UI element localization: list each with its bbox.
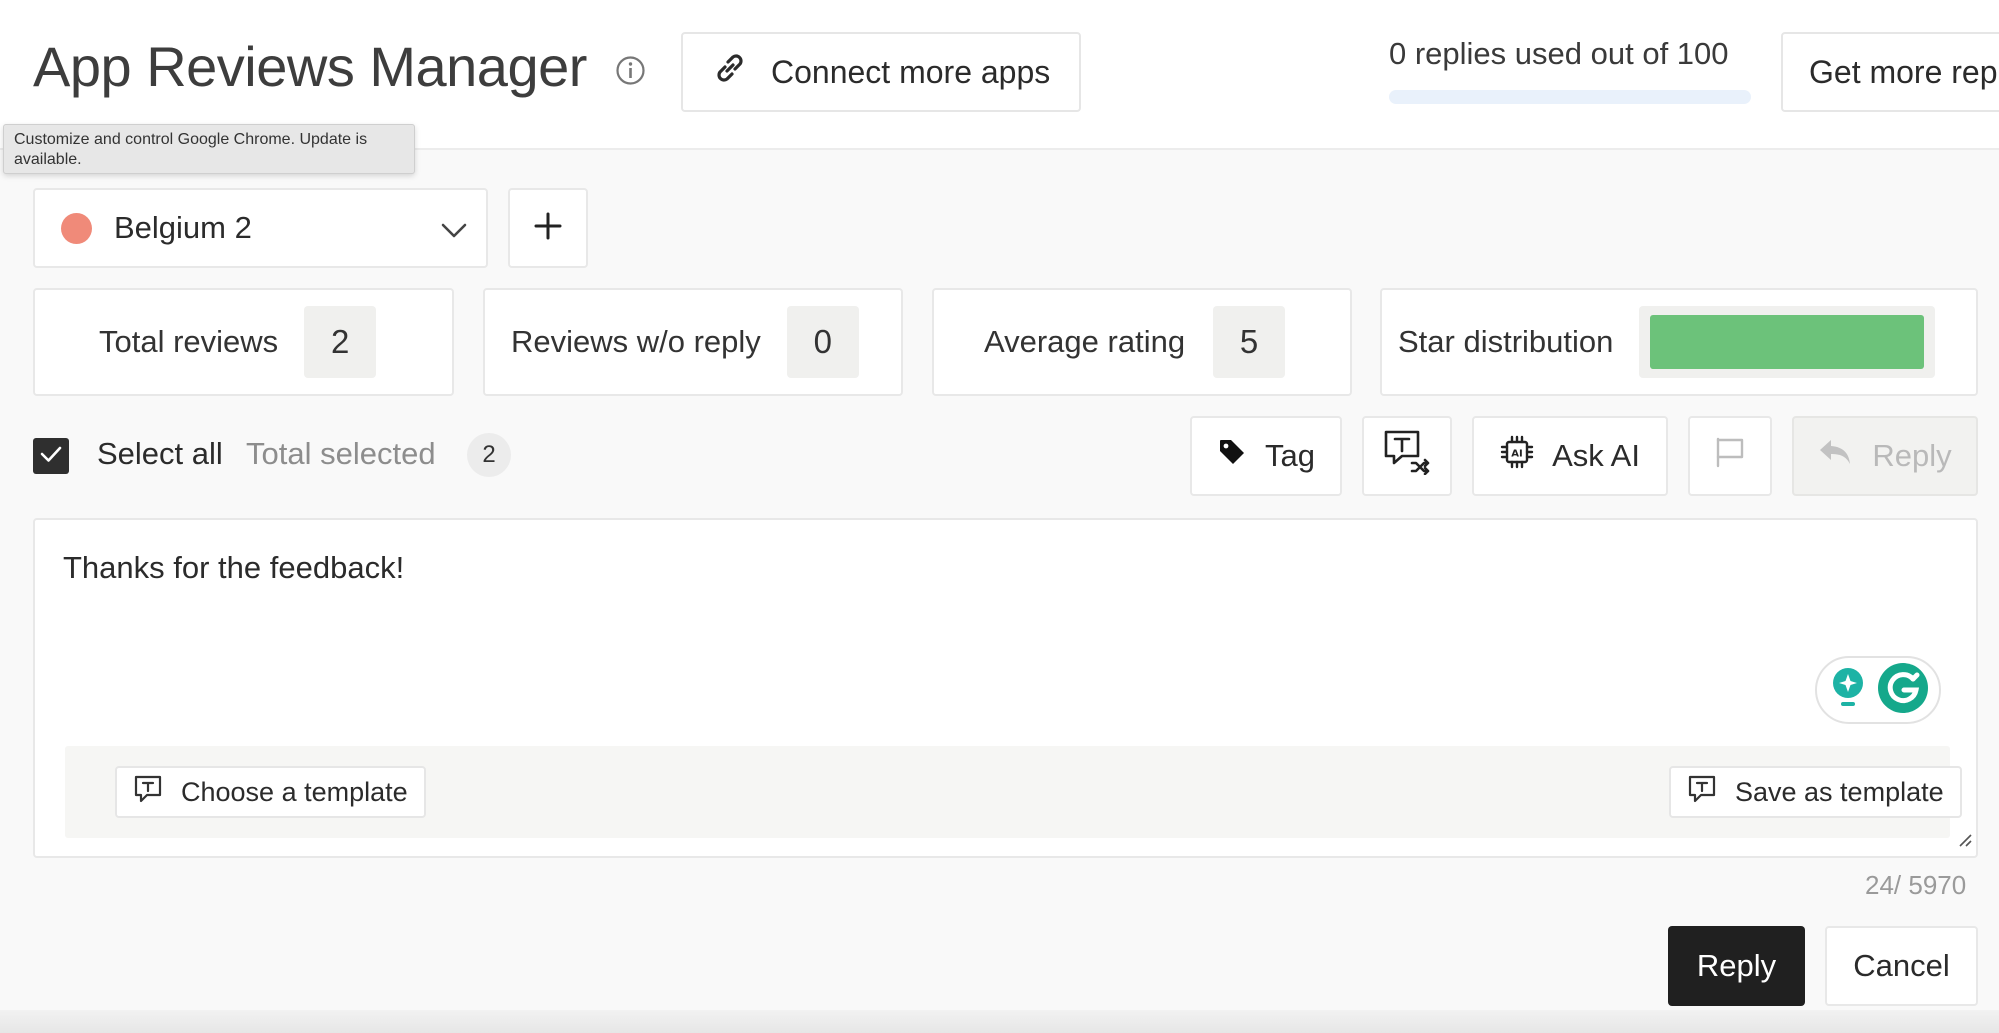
star-distribution-chart[interactable] bbox=[1639, 306, 1936, 378]
reply-textarea-text[interactable]: Thanks for the feedback! bbox=[63, 550, 404, 586]
cancel-button[interactable]: Cancel bbox=[1825, 926, 1978, 1006]
plus-icon bbox=[533, 211, 563, 246]
flag-button[interactable] bbox=[1688, 416, 1772, 496]
lightbulb-icon bbox=[1828, 665, 1868, 716]
select-all-checkbox[interactable] bbox=[33, 438, 69, 474]
connect-more-apps-button[interactable]: Connect more apps bbox=[681, 32, 1081, 112]
check-icon bbox=[38, 441, 64, 472]
stat-reviews-without-reply-value: 0 bbox=[786, 306, 859, 378]
stat-star-distribution-label: Star distribution bbox=[1398, 324, 1614, 359]
store-selector[interactable]: Belgium 2 bbox=[33, 188, 488, 268]
grammarly-icon bbox=[1877, 662, 1929, 719]
tag-icon bbox=[1217, 437, 1247, 475]
link-icon bbox=[711, 49, 749, 95]
stat-reviews-without-reply-label: Reviews w/o reply bbox=[511, 324, 761, 359]
save-as-template-button[interactable]: Save as template bbox=[1669, 766, 1962, 818]
get-more-replies-button[interactable]: Get more rep bbox=[1781, 32, 1999, 112]
reply-toolbar-button[interactable]: Reply bbox=[1792, 416, 1978, 496]
template-icon bbox=[1687, 774, 1717, 811]
ask-ai-button-label: Ask AI bbox=[1552, 438, 1640, 473]
choose-template-button[interactable]: Choose a template bbox=[115, 766, 426, 818]
ai-chip-icon: AI bbox=[1500, 435, 1534, 477]
ask-ai-button[interactable]: AI Ask AI bbox=[1472, 416, 1668, 496]
stat-total-reviews-label: Total reviews bbox=[99, 324, 279, 359]
reply-button[interactable]: Reply bbox=[1668, 926, 1805, 1006]
stat-average-rating-value: 5 bbox=[1213, 306, 1286, 378]
stat-average-rating-label: Average rating bbox=[984, 324, 1186, 359]
reply-arrow-icon bbox=[1818, 437, 1852, 475]
replies-usage-text: 0 replies used out of 100 bbox=[1389, 36, 1729, 71]
svg-text:AI: AI bbox=[1511, 449, 1522, 460]
total-selected-count-badge: 2 bbox=[467, 433, 511, 477]
template-icon bbox=[133, 774, 163, 811]
add-store-button[interactable] bbox=[508, 188, 588, 268]
store-status-dot bbox=[61, 212, 92, 244]
character-count: 24/ 5970 bbox=[1865, 870, 1967, 900]
save-as-template-label: Save as template bbox=[1735, 776, 1944, 807]
flag-icon bbox=[1713, 435, 1747, 477]
stat-reviews-without-reply: Reviews w/o reply 0 bbox=[483, 288, 903, 396]
total-selected-label: Total selected bbox=[246, 436, 436, 471]
chevron-down-icon bbox=[440, 216, 468, 252]
stat-total-reviews-value: 2 bbox=[304, 306, 377, 378]
translate-button[interactable] bbox=[1362, 416, 1452, 496]
chrome-tooltip: Customize and control Google Chrome. Upd… bbox=[3, 124, 415, 174]
reply-editor[interactable]: Thanks for the feedback! Choose a templa… bbox=[33, 518, 1978, 858]
editor-footer: Choose a template Save as template bbox=[65, 746, 1962, 838]
tag-button[interactable]: Tag bbox=[1190, 416, 1342, 496]
translate-icon bbox=[1382, 429, 1432, 483]
store-selector-value: Belgium 2 bbox=[114, 210, 252, 245]
bottom-shadow bbox=[0, 1010, 1999, 1033]
star-distribution-bar bbox=[1650, 315, 1925, 369]
connect-more-apps-label: Connect more apps bbox=[771, 53, 1051, 90]
stat-star-distribution: Star distribution bbox=[1380, 288, 1978, 396]
info-icon[interactable] bbox=[615, 55, 646, 86]
choose-template-label: Choose a template bbox=[181, 776, 408, 807]
stat-total-reviews: Total reviews 2 bbox=[33, 288, 454, 396]
resize-handle-icon[interactable] bbox=[1956, 831, 1972, 852]
stat-average-rating: Average rating 5 bbox=[932, 288, 1352, 396]
reply-toolbar-label: Reply bbox=[1872, 438, 1952, 473]
get-more-replies-label: Get more rep bbox=[1809, 53, 1998, 90]
tag-button-label: Tag bbox=[1265, 438, 1315, 473]
select-all-label[interactable]: Select all bbox=[97, 436, 223, 472]
page-title: App Reviews Manager bbox=[33, 35, 587, 98]
replies-usage-bar bbox=[1389, 90, 1751, 104]
grammarly-widget[interactable] bbox=[1815, 656, 1941, 724]
